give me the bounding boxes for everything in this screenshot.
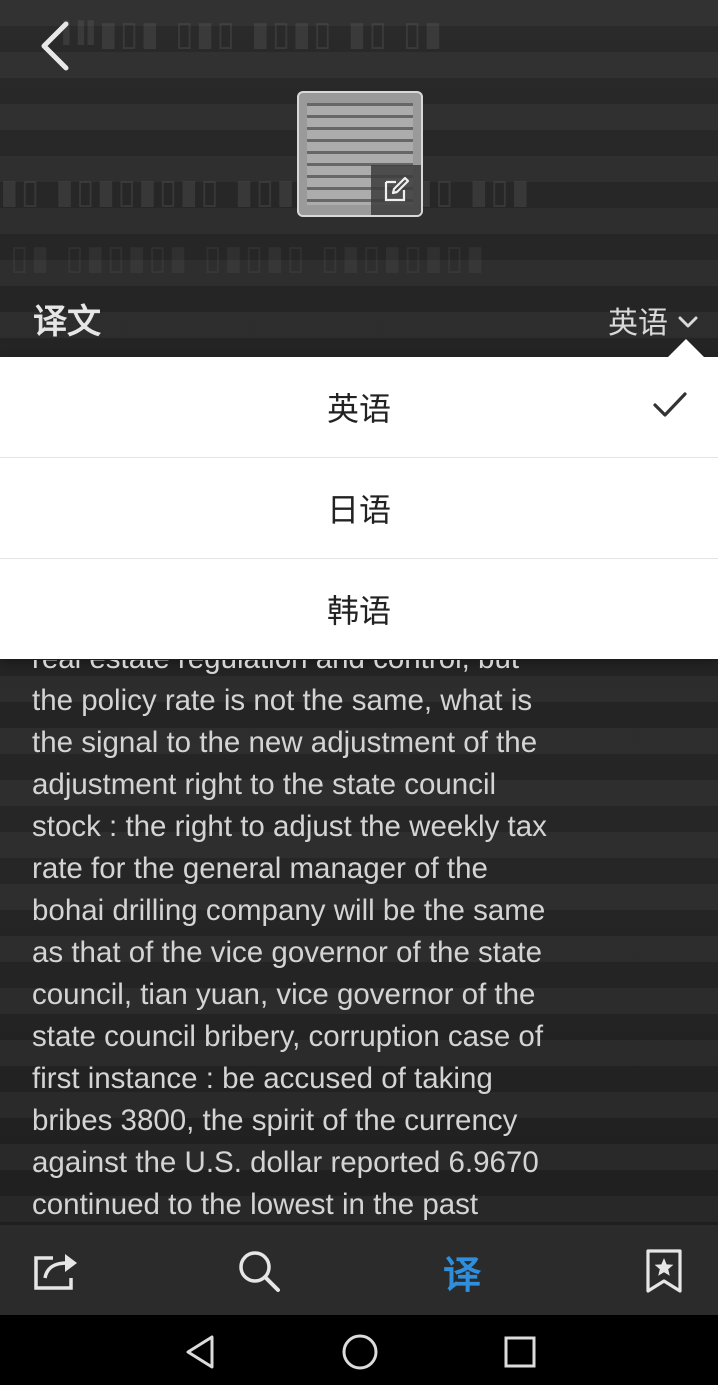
translation-line: as that of the vice governor of the stat… bbox=[32, 936, 542, 969]
language-option-label: 日语 bbox=[326, 491, 391, 529]
bottom-toolbar: 译 bbox=[0, 1225, 718, 1315]
source-image-thumbnail[interactable] bbox=[297, 91, 423, 217]
current-language-label: 英语 bbox=[608, 306, 668, 341]
translation-line: continued to the lowest in the past bbox=[32, 1188, 479, 1221]
language-option-label: 英语 bbox=[326, 390, 391, 428]
triangle-back-icon bbox=[186, 1335, 214, 1369]
translation-section-label: 译文 bbox=[33, 302, 101, 342]
translation-line: rate for the general manager of the bbox=[32, 852, 488, 885]
dropdown-caret bbox=[668, 339, 704, 357]
translation-line: stock : the right to adjust the weekly t… bbox=[32, 810, 547, 843]
bookmark-button[interactable] bbox=[636, 1243, 692, 1299]
square-recents-icon bbox=[504, 1336, 536, 1368]
translation-line: council, tian yuan, vice governor of the bbox=[32, 978, 536, 1011]
check-icon bbox=[653, 392, 687, 417]
chevron-left-icon bbox=[41, 21, 69, 71]
translation-line: bribes 3800, the spirit of the currency bbox=[32, 1104, 518, 1137]
language-dropdown: 英语 日语 韩语 bbox=[0, 339, 718, 659]
translate-label: 译 bbox=[442, 1252, 481, 1297]
translation-line: the policy rate is not the same, what is bbox=[32, 684, 533, 717]
translation-line: real estate regulation and control, but bbox=[32, 660, 692, 680]
search-button[interactable] bbox=[231, 1243, 287, 1299]
language-option-english[interactable]: 英语 bbox=[0, 357, 718, 457]
translation-line: the signal to the new adjustment of the bbox=[32, 726, 538, 759]
translation-line: first instance : be accused of taking bbox=[32, 1062, 493, 1095]
nav-recents-button[interactable] bbox=[500, 1332, 540, 1372]
chevron-down-icon bbox=[678, 316, 698, 328]
background-text: ▯▮ ▯▮▯▮▯▮ ▯▮▯▮▯ ▯▮▯▮▯▮▯▮ bbox=[10, 238, 487, 278]
background-text: ▮▯ ▮▯▮▯▮▯▮▯ ▮▯▮▯ ▮▯▮▯▮▯ ▮▯▮ bbox=[0, 172, 532, 212]
edit-image-button[interactable] bbox=[371, 165, 421, 215]
share-icon bbox=[34, 1254, 77, 1290]
edit-icon bbox=[384, 176, 410, 202]
nav-home-button[interactable] bbox=[340, 1332, 380, 1372]
circle-home-icon bbox=[342, 1334, 378, 1370]
share-button[interactable] bbox=[28, 1243, 84, 1299]
translate-tab-button[interactable]: 译 bbox=[434, 1243, 490, 1299]
nav-back-button[interactable] bbox=[182, 1332, 222, 1372]
system-navigation-bar bbox=[0, 1315, 718, 1385]
translation-text: real estate regulation and control, but … bbox=[32, 660, 692, 1225]
language-selector[interactable]: 英语 bbox=[608, 298, 698, 342]
language-option-japanese[interactable]: 日语 bbox=[0, 457, 718, 558]
translation-line: adjustment right to the state council bbox=[32, 768, 497, 801]
bookmark-star-icon bbox=[646, 1249, 682, 1293]
search-icon bbox=[239, 1251, 280, 1292]
language-option-label: 韩语 bbox=[326, 592, 391, 630]
language-option-korean[interactable]: 韩语 bbox=[0, 558, 718, 659]
back-button[interactable] bbox=[30, 18, 80, 74]
translation-line: against the U.S. dollar reported 6.9670 bbox=[32, 1146, 539, 1179]
background-text: ⅠⅡ▮▯▮ ▯▮▯ ▮▯▮▯ ▮▯ ▯▮ bbox=[60, 14, 445, 54]
translation-line: bohai drilling company will be the same bbox=[32, 894, 546, 927]
translation-line: state council bribery, corruption case o… bbox=[32, 1020, 544, 1053]
